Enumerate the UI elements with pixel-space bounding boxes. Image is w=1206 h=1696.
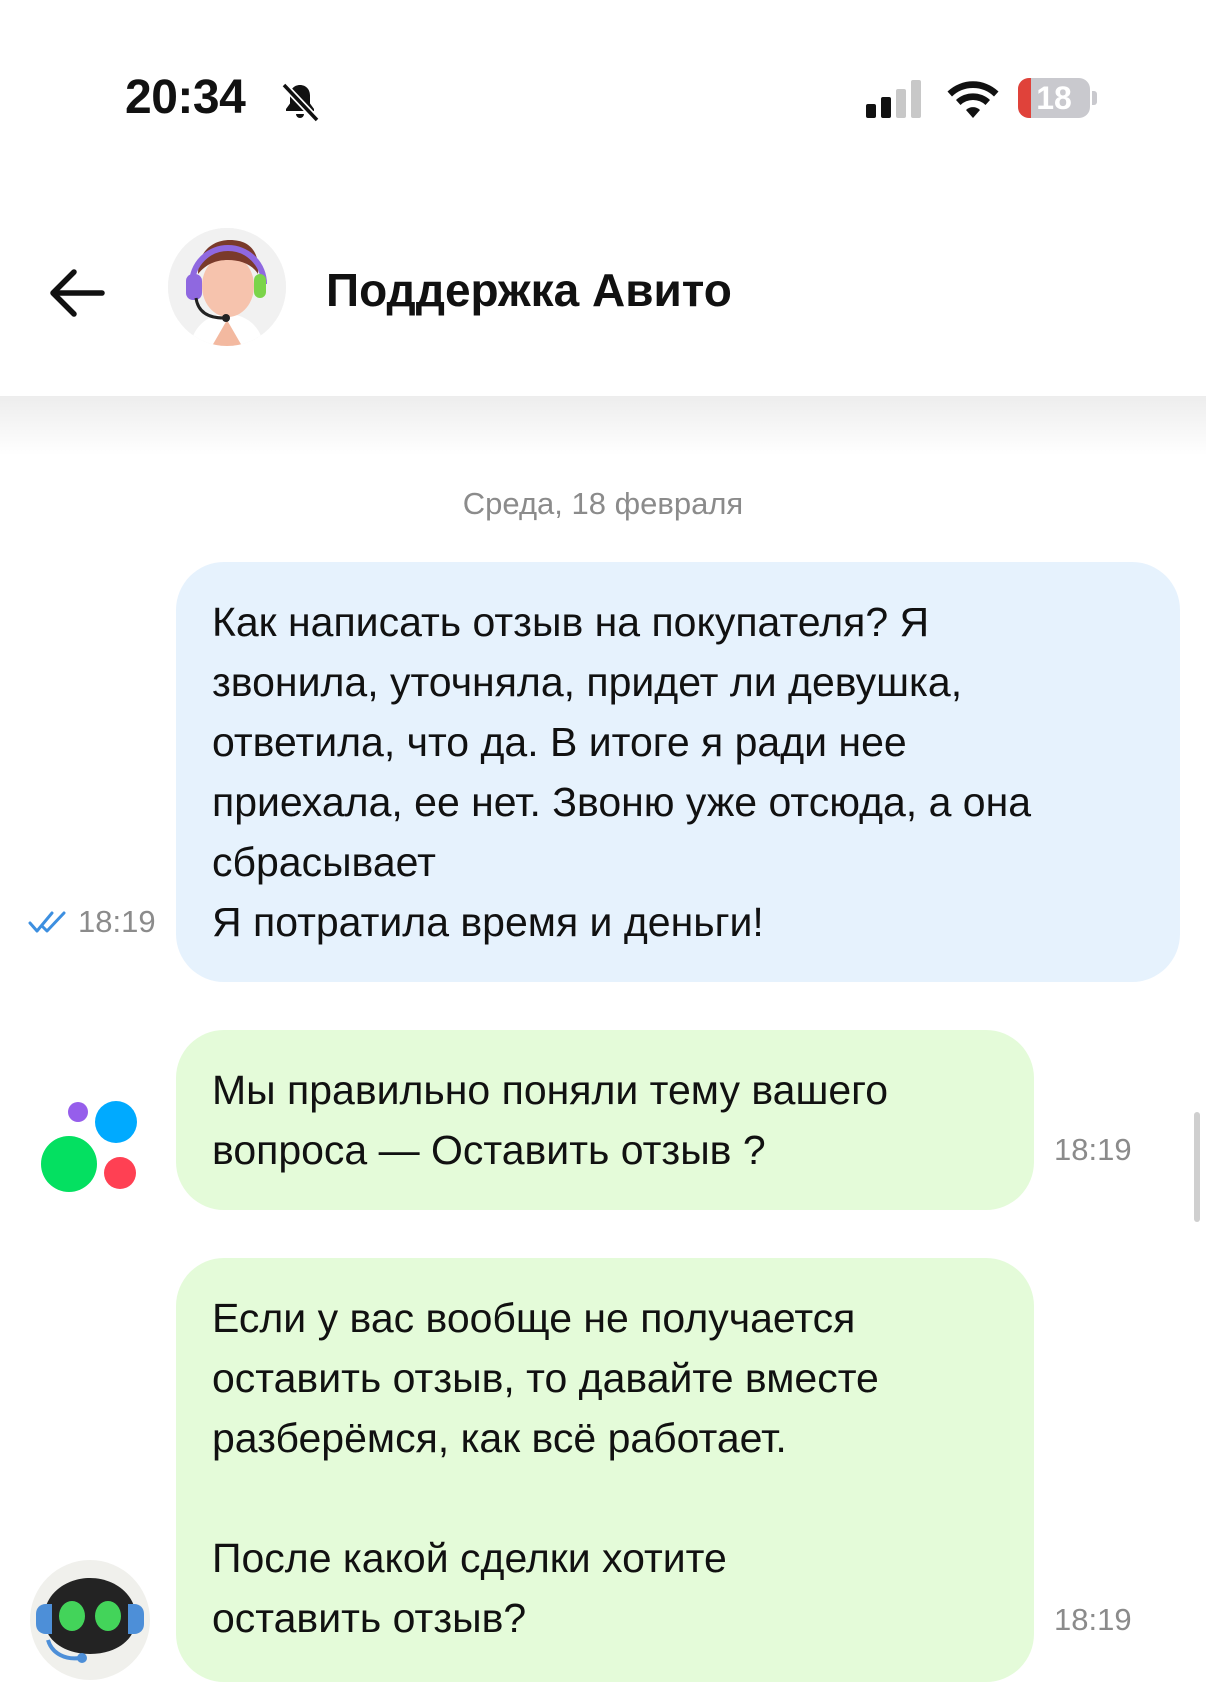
outgoing-message-meta: 18:19	[28, 904, 156, 940]
support-agent-avatar[interactable]	[168, 228, 286, 346]
battery-level-text: 18	[1036, 80, 1072, 116]
arrow-left-icon[interactable]	[46, 262, 108, 324]
incoming-message-bubble[interactable]: Если у вас вообще не получается оставить…	[176, 1258, 1034, 1682]
support-bot-avatar	[30, 1560, 150, 1680]
outgoing-message-bubble[interactable]: Как написать отзыв на покупателя? Я звон…	[176, 562, 1180, 982]
message-time: 18:19	[78, 904, 156, 939]
incoming-message-bubble[interactable]: Мы правильно поняли тему вашего вопроса …	[176, 1030, 1034, 1210]
date-separator: Среда, 18 февраля	[462, 486, 744, 521]
wifi-icon	[947, 81, 999, 118]
battery-indicator: 18	[1018, 78, 1098, 118]
status-time: 20:34	[125, 71, 246, 124]
bell-slash-icon	[281, 82, 320, 123]
double-check-icon	[28, 911, 66, 933]
header-shadow	[0, 396, 1206, 456]
message-time: 18:19	[1054, 1602, 1132, 1637]
chat-title: Поддержка Авито	[326, 264, 732, 316]
avito-logo-icon	[41, 1101, 137, 1192]
message-time: 18:19	[1054, 1132, 1132, 1167]
chat-scrollbar[interactable]	[1194, 1112, 1200, 1222]
cellular-signal-icon	[866, 80, 921, 118]
